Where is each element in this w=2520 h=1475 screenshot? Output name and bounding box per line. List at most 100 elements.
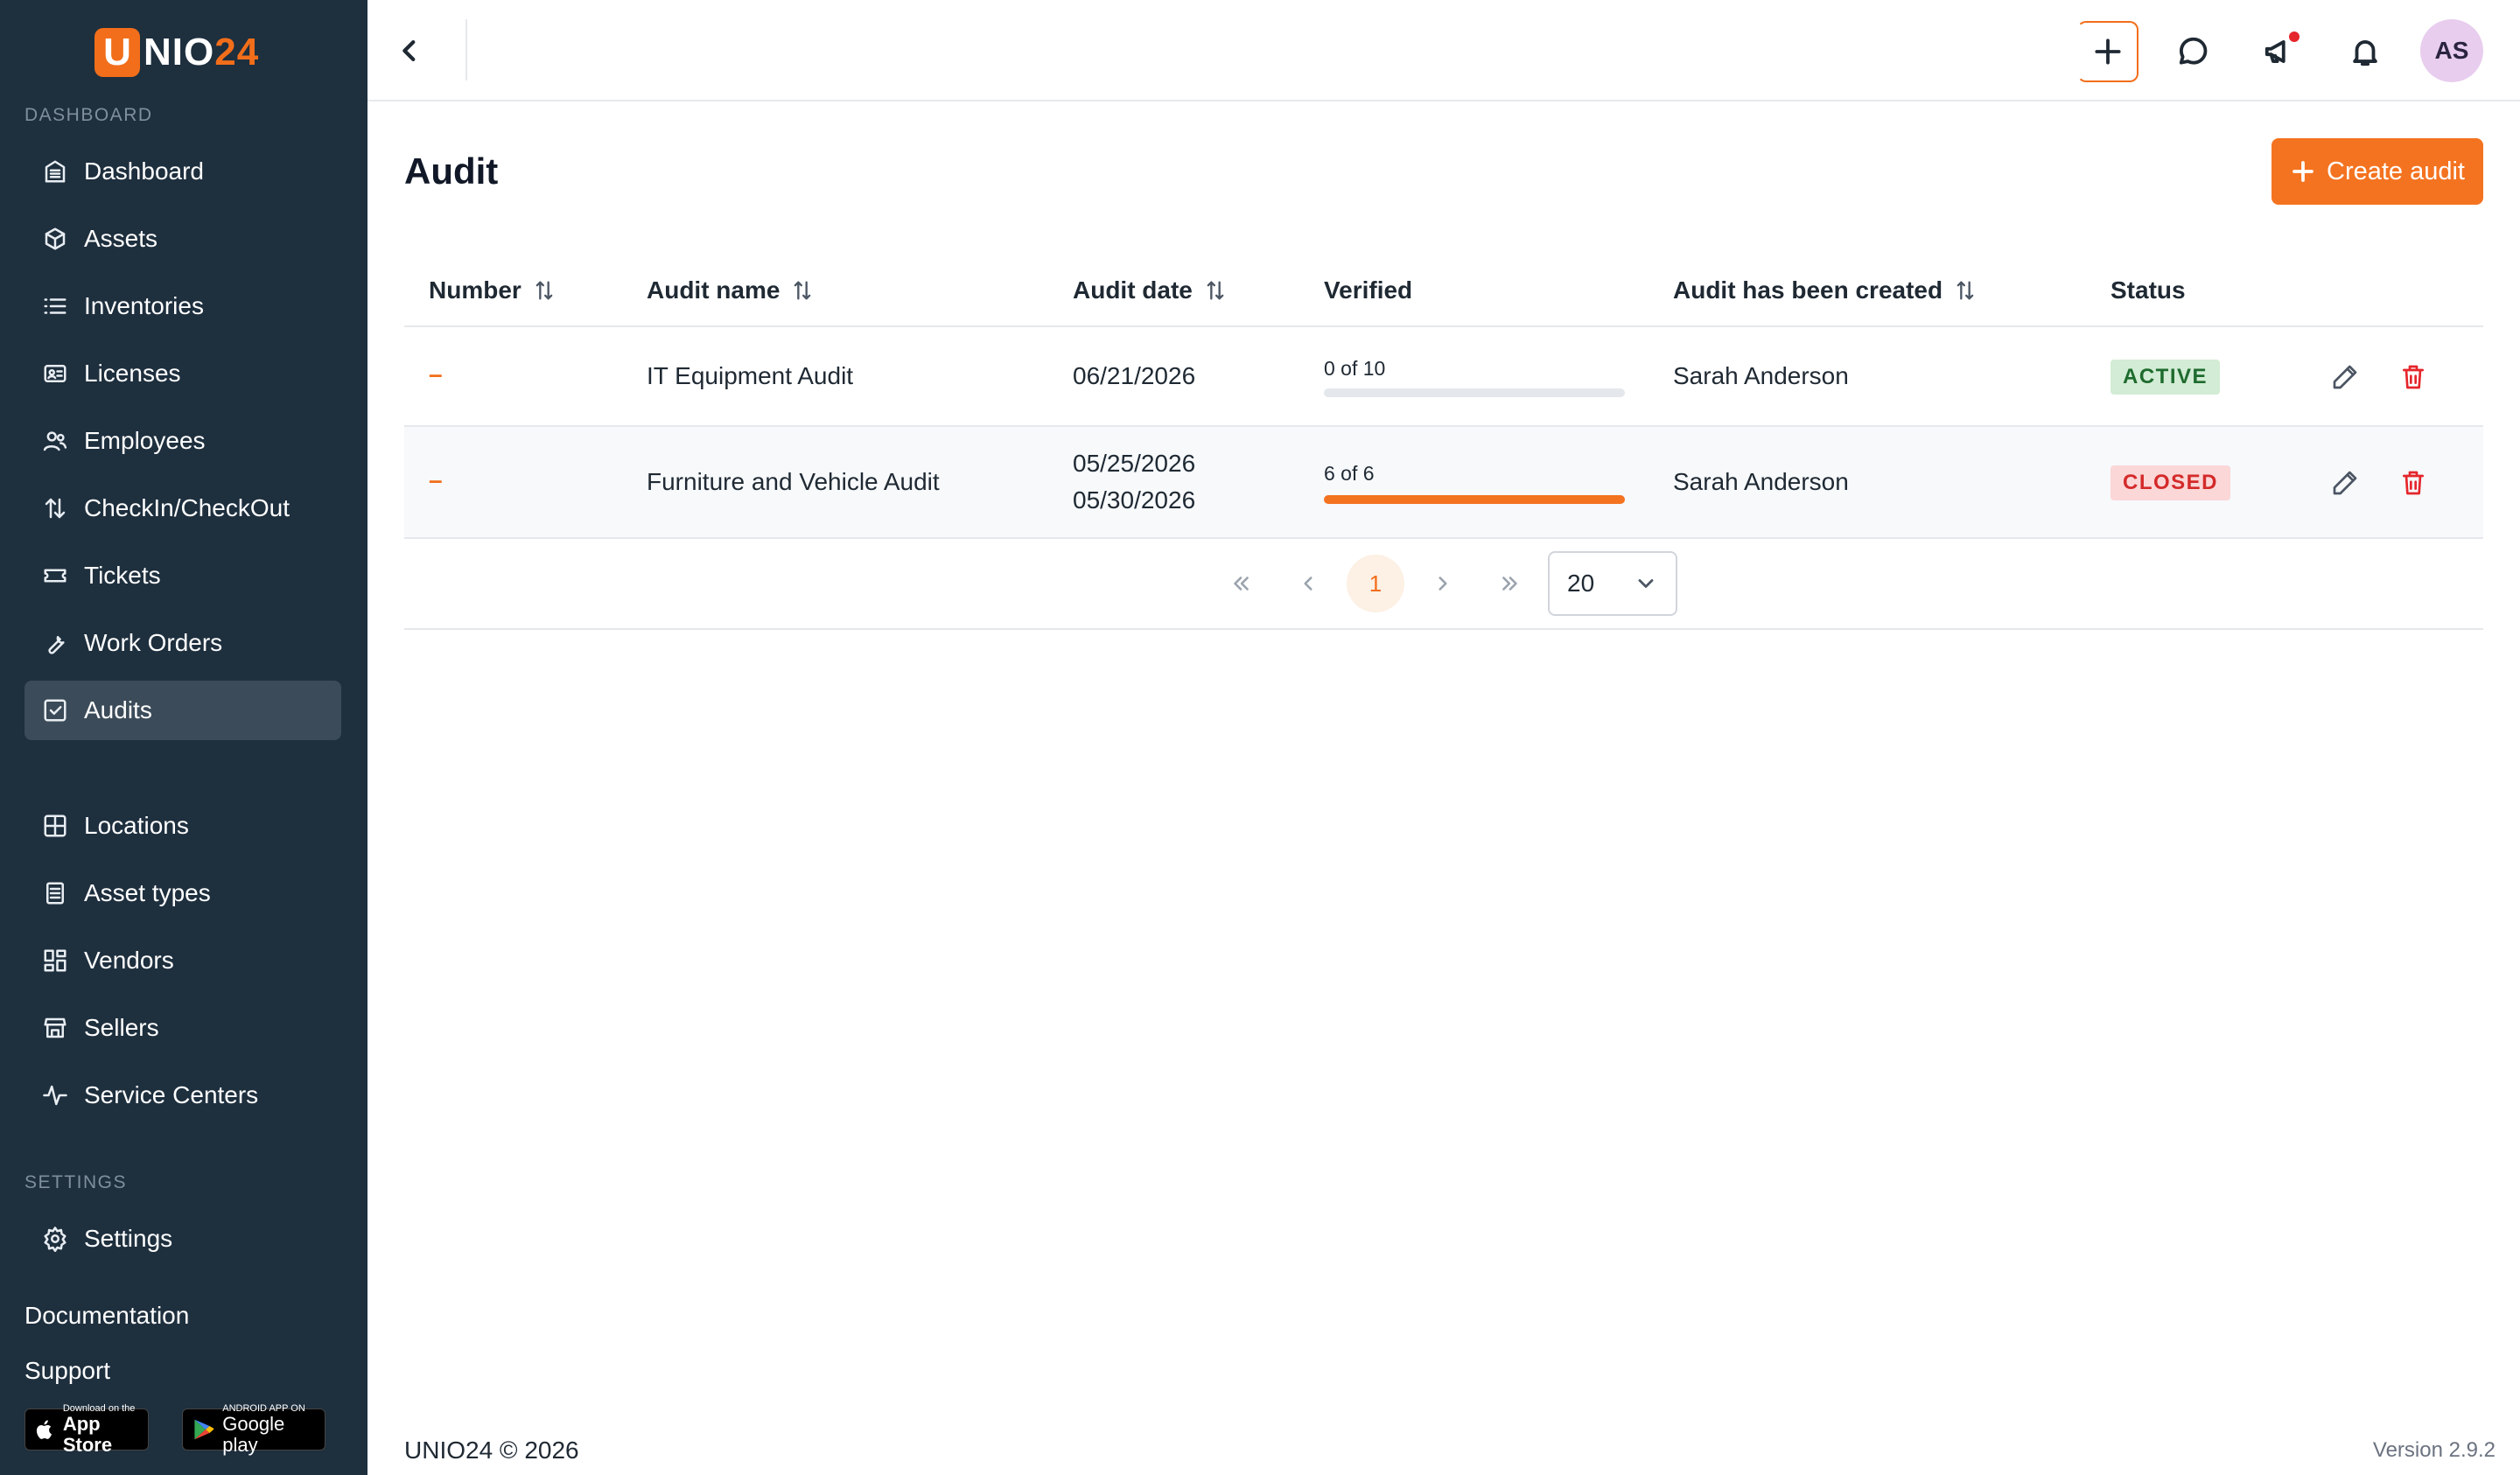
sidebar-item-locations[interactable]: Locations	[24, 796, 341, 856]
edit-button[interactable]	[2326, 358, 2364, 396]
sidebar-item-service-centers[interactable]: Service Centers	[24, 1066, 341, 1125]
sort-icon	[794, 281, 811, 300]
delete-button[interactable]	[2394, 358, 2432, 396]
column-header-created-by[interactable]: Audit has been created	[1673, 276, 1978, 304]
logo[interactable]: U NIO24	[94, 26, 259, 79]
audit-date-start: 06/21/2026	[1073, 362, 1196, 389]
notification-dot	[2289, 31, 2300, 42]
created-by: Sarah Anderson	[1673, 468, 1849, 495]
edit-button[interactable]	[2326, 464, 2364, 502]
chevrons-right-icon	[1502, 577, 1517, 591]
sidebar-item-sellers[interactable]: Sellers	[24, 998, 341, 1058]
chat-button[interactable]	[2163, 21, 2224, 82]
sidebar-item-label: Sellers	[84, 1014, 159, 1041]
pagination: 1 20	[404, 539, 2483, 630]
footer-copyright: UNIO24 © 2026	[404, 1437, 579, 1464]
page-number-button[interactable]: 1	[1347, 555, 1404, 612]
google-play-badge[interactable]: ANDROID APP ON Google play	[182, 1403, 326, 1456]
audit-date-end: 05/30/2026	[1073, 486, 1196, 514]
sidebar-item-assets[interactable]: Assets	[24, 209, 341, 269]
page-size-value: 20	[1567, 570, 1595, 597]
created-by: Sarah Anderson	[1673, 362, 1849, 389]
prev-page-button[interactable]	[1279, 555, 1337, 612]
sort-icon	[536, 281, 553, 300]
column-header-number[interactable]: Number	[429, 276, 556, 304]
building-icon	[40, 157, 70, 186]
document-icon	[40, 878, 70, 908]
column-header-status: Status	[2110, 276, 2186, 304]
notifications-button[interactable]	[2334, 21, 2396, 82]
verified-label: 6 of 6	[1324, 462, 1375, 485]
arrows-updown-icon	[40, 493, 70, 523]
documentation-link[interactable]: Documentation	[24, 1302, 189, 1330]
audit-name[interactable]: IT Equipment Audit	[647, 362, 853, 390]
audit-name[interactable]: Furniture and Vehicle Audit	[647, 468, 940, 496]
sidebar-item-inventories[interactable]: Inventories	[24, 276, 341, 336]
footer-version: Version 2.9.2	[2372, 1438, 2496, 1462]
logo-text: NIO24	[144, 31, 260, 73]
topbar-divider	[466, 19, 467, 80]
sidebar-item-label: Service Centers	[84, 1081, 259, 1108]
sidebar-item-checkin-checkout[interactable]: CheckIn/CheckOut	[24, 479, 341, 538]
chat-icon	[2179, 37, 2208, 65]
plus-icon	[2095, 38, 2121, 65]
announcements-button[interactable]	[2249, 21, 2310, 82]
column-header-audit-date[interactable]: Audit date	[1073, 276, 1228, 304]
status-badge: CLOSED	[2110, 465, 2231, 500]
list-icon	[40, 291, 70, 321]
page-size-select[interactable]: 20	[1548, 551, 1677, 616]
sidebar-item-label: Locations	[84, 812, 189, 839]
checkbox-icon	[40, 696, 70, 725]
sidebar-item-label: Assets	[84, 225, 158, 252]
sidebar-item-asset-types[interactable]: Asset types	[24, 863, 341, 923]
back-button[interactable]	[385, 26, 434, 75]
sidebar-item-label: Tickets	[84, 562, 161, 589]
chevrons-left-icon	[1234, 577, 1249, 591]
verified-progress-fill	[1324, 495, 1625, 504]
quick-add-button[interactable]	[2077, 21, 2138, 82]
next-page-button[interactable]	[1414, 555, 1472, 612]
last-page-button[interactable]	[1481, 555, 1539, 612]
audit-table: Number Audit name Audit date Verified Au…	[404, 259, 2483, 630]
sidebar-item-work-orders[interactable]: Work Orders	[24, 613, 341, 673]
table-row[interactable]: – IT Equipment Audit 06/21/2026 0 of 10 …	[404, 327, 2483, 427]
pencil-icon	[2333, 471, 2357, 495]
app-store-badge[interactable]: Download on the App Store	[24, 1403, 149, 1456]
sidebar-item-dashboard[interactable]: Dashboard	[24, 142, 341, 201]
grid-icon	[40, 811, 70, 841]
user-avatar[interactable]: AS	[2420, 19, 2483, 82]
section-label-dashboard: DASHBOARD	[24, 105, 153, 125]
sidebar-item-licenses[interactable]: Licenses	[24, 344, 341, 403]
audit-date-start: 05/25/2026	[1073, 450, 1196, 477]
back-icon	[402, 39, 416, 62]
sidebar-item-audits[interactable]: Audits	[24, 681, 341, 740]
plus-icon	[2292, 161, 2314, 182]
section-label-settings: SETTINGS	[24, 1172, 128, 1192]
sidebar-item-tickets[interactable]: Tickets	[24, 546, 341, 605]
chevron-left-icon	[1304, 577, 1312, 591]
sidebar-item-label: CheckIn/CheckOut	[84, 494, 290, 521]
table-row[interactable]: – Furniture and Vehicle Audit 05/25/2026…	[404, 427, 2483, 539]
box-icon	[40, 224, 70, 254]
audit-number: –	[429, 466, 443, 493]
create-audit-button[interactable]: Create audit	[2272, 138, 2483, 205]
sort-icon	[1207, 281, 1224, 300]
sidebar-item-employees[interactable]: Employees	[24, 411, 341, 471]
sidebar-item-label: Vendors	[84, 947, 174, 974]
sidebar-item-vendors[interactable]: Vendors	[24, 931, 341, 990]
sidebar-item-settings[interactable]: Settings	[24, 1209, 341, 1269]
sidebar-item-label: Employees	[84, 427, 206, 454]
first-page-button[interactable]	[1212, 555, 1270, 612]
sidebar-item-label: Dashboard	[84, 157, 204, 185]
ticket-icon	[40, 561, 70, 591]
column-header-audit-name[interactable]: Audit name	[647, 276, 815, 304]
sidebar: U NIO24 DASHBOARD Dashboard Assets Inven…	[0, 0, 368, 1475]
users-icon	[40, 426, 70, 456]
support-link[interactable]: Support	[24, 1357, 110, 1385]
page-title: Audit	[404, 150, 499, 192]
wrench-icon	[40, 628, 70, 658]
delete-button[interactable]	[2394, 464, 2432, 502]
create-audit-label: Create audit	[2327, 157, 2465, 185]
bell-icon	[2353, 40, 2377, 66]
audit-number: –	[429, 360, 443, 388]
